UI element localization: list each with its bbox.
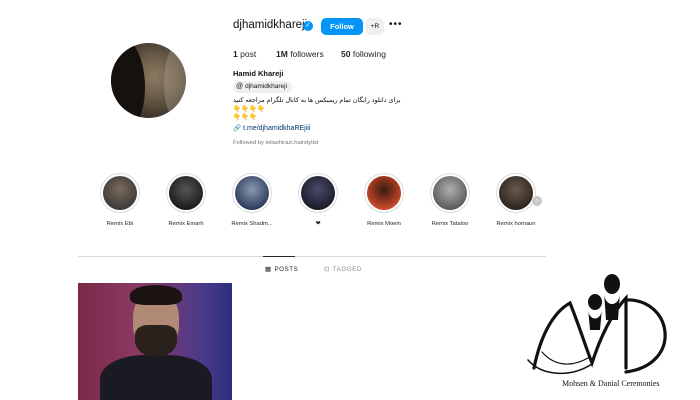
highlight-label: Remix Shadm... bbox=[231, 221, 273, 227]
profile-full-name: Hamid Khareji bbox=[233, 69, 284, 78]
follow-button[interactable]: Follow bbox=[321, 18, 363, 35]
tab-tagged[interactable]: ⊡ TAGGED bbox=[324, 266, 362, 273]
highlight-label: Remix homaun bbox=[496, 221, 536, 227]
highlight-cover bbox=[169, 176, 203, 210]
highlight-label: Remix Ebi bbox=[106, 221, 134, 227]
following-count-label: following bbox=[352, 49, 386, 59]
highlight-item[interactable]: ❤ bbox=[298, 173, 338, 227]
active-tab-indicator bbox=[263, 256, 295, 257]
highlight-cover bbox=[235, 176, 269, 210]
tagged-icon: ⊡ bbox=[324, 266, 330, 273]
posts-count: 1 post bbox=[233, 49, 256, 59]
grid-icon: ▦ bbox=[265, 266, 272, 273]
highlight-ring bbox=[298, 173, 338, 213]
profile-bio: برای دانلود رایگان تمام ریمیکس ها به کان… bbox=[233, 97, 401, 121]
post-figure-hair bbox=[130, 285, 182, 305]
post-thumbnail[interactable] bbox=[78, 283, 232, 400]
highlights-next-icon[interactable]: › bbox=[532, 196, 542, 206]
followers-count-value: 1M bbox=[276, 49, 288, 59]
highlight-cover bbox=[499, 176, 533, 210]
highlight-ring bbox=[496, 173, 536, 213]
highlight-ring bbox=[430, 173, 470, 213]
highlight-item[interactable]: Remix Tataloo bbox=[430, 173, 470, 227]
tabs-divider bbox=[78, 256, 546, 257]
following-count-value: 50 bbox=[341, 49, 351, 59]
highlight-cover bbox=[103, 176, 137, 210]
highlight-ring bbox=[166, 173, 206, 213]
post-figure-body bbox=[100, 355, 212, 400]
highlight-ring bbox=[100, 173, 140, 213]
following-count[interactable]: 50 following bbox=[341, 49, 386, 59]
highlight-item[interactable]: Remix Emarh bbox=[166, 173, 206, 227]
highlight-cover bbox=[301, 176, 335, 210]
profile-username: djhamidkhareji bbox=[233, 19, 308, 31]
verified-badge-icon: ✓ bbox=[303, 21, 313, 31]
highlight-ring bbox=[364, 173, 404, 213]
threads-handle: djhamidkhareji bbox=[245, 83, 288, 90]
highlight-label: Remix Tataloo bbox=[431, 221, 469, 227]
highlight-item[interactable]: Remix Shadm... bbox=[231, 173, 273, 227]
tab-posts-label: POSTS bbox=[274, 266, 299, 273]
highlight-cover bbox=[433, 176, 467, 210]
post-figure-beard bbox=[135, 325, 177, 357]
avatar-hair bbox=[111, 43, 145, 118]
highlight-item[interactable]: Remix Ebi bbox=[100, 173, 140, 227]
tab-tagged-label: TAGGED bbox=[332, 266, 362, 273]
highlight-label: Remix Moein bbox=[367, 221, 401, 227]
avatar-shade bbox=[164, 43, 186, 118]
highlight-ring bbox=[232, 173, 272, 213]
highlight-item[interactable]: Remix homaun bbox=[496, 173, 536, 227]
profile-link-text: t.me/djhamidkhaREjiii bbox=[243, 125, 311, 132]
threads-badge[interactable]: @ djhamidkhareji bbox=[233, 81, 293, 93]
link-icon: 🔗 bbox=[233, 125, 242, 132]
followers-count[interactable]: 1M followers bbox=[276, 49, 324, 59]
threads-icon: @ bbox=[236, 83, 244, 90]
highlight-item[interactable]: Remix Moein bbox=[364, 173, 404, 227]
more-options-icon[interactable]: ••• bbox=[389, 19, 403, 30]
highlight-label: Remix Emarh bbox=[168, 221, 204, 227]
followed-by-text[interactable]: Followed by leilashirazi.hairstylist bbox=[233, 140, 318, 146]
profile-link[interactable]: 🔗 t.me/djhamidkhaREjiii bbox=[233, 124, 310, 132]
profile-avatar[interactable] bbox=[111, 43, 186, 118]
watermark-caption: Mohsen & Danial Ceremonies bbox=[562, 379, 660, 388]
tab-posts[interactable]: ▦ POSTS bbox=[265, 266, 298, 273]
followers-count-label: followers bbox=[290, 49, 324, 59]
suggested-accounts-button[interactable]: +R bbox=[366, 18, 384, 35]
highlight-cover bbox=[367, 176, 401, 210]
highlight-label: ❤ bbox=[315, 221, 321, 227]
posts-count-label: post bbox=[240, 49, 257, 59]
posts-count-value: 1 bbox=[233, 49, 238, 59]
